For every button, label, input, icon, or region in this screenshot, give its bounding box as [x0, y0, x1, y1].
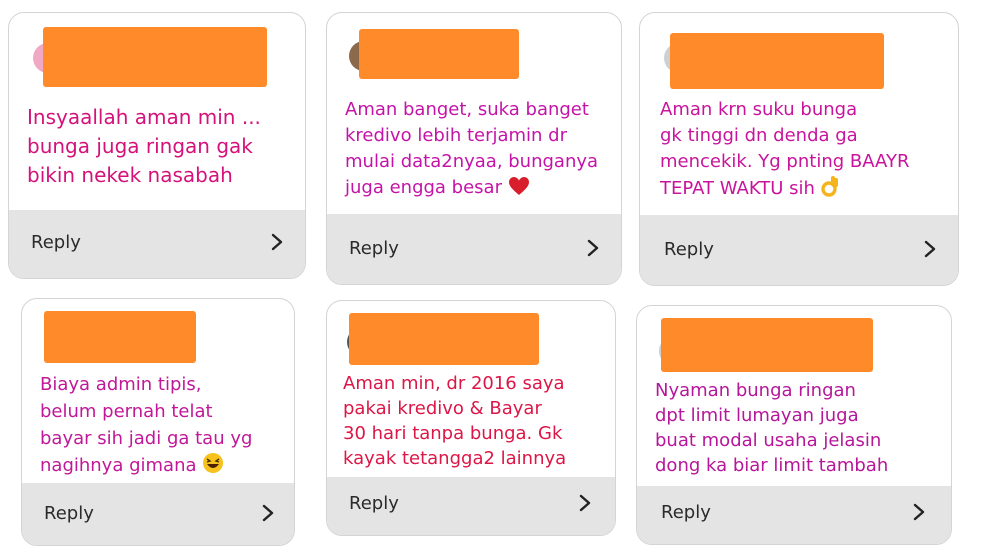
- reply-button[interactable]: Reply: [44, 503, 94, 524]
- comment-footer: Reply: [327, 477, 615, 535]
- comment-text: Aman banget, suka banget kredivo lebih t…: [345, 97, 617, 201]
- reply-button[interactable]: Reply: [664, 239, 714, 260]
- comment-footer: Reply: [327, 214, 621, 284]
- comment-card: Insyaallah aman min ... bunga juga ringa…: [8, 12, 306, 279]
- comment-card: Aman krn suku bunga gk tinggi dn denda g…: [639, 12, 959, 286]
- redacted-username: [670, 33, 884, 89]
- comment-footer: Reply: [22, 483, 294, 545]
- comment-text-body: Aman krn suku bunga gk tinggi dn denda g…: [660, 99, 910, 199]
- comment-text: Insyaallah aman min ... bunga juga ringa…: [27, 105, 261, 187]
- redacted-username: [349, 313, 539, 365]
- comment-text: Nyaman bunga ringan dpt limit lumayan ju…: [655, 380, 889, 476]
- redacted-username: [661, 318, 873, 372]
- comment-footer: Reply: [637, 486, 951, 544]
- heart-icon: [508, 177, 529, 195]
- comment-card: Aman min, dr 2016 saya pakai kredivo & B…: [326, 300, 616, 536]
- chevron-right-icon[interactable]: [583, 238, 603, 258]
- reply-button[interactable]: Reply: [349, 493, 399, 514]
- reply-button[interactable]: Reply: [349, 238, 399, 259]
- reply-button[interactable]: Reply: [661, 502, 711, 523]
- chevron-right-icon[interactable]: [575, 493, 595, 513]
- comment-text-body: Aman banget, suka banget kredivo lebih t…: [345, 99, 599, 198]
- comment-footer: Reply: [640, 215, 958, 285]
- chevron-right-icon[interactable]: [909, 502, 929, 522]
- comment-text: Biaya admin tipis, belum pernah telat ba…: [40, 371, 292, 479]
- ok-hand-icon: [820, 176, 838, 197]
- chevron-right-icon[interactable]: [920, 239, 940, 259]
- redacted-username: [44, 311, 196, 363]
- comment-text: Aman min, dr 2016 saya pakai kredivo & B…: [343, 373, 567, 469]
- comment-footer: Reply: [9, 210, 305, 278]
- laughing-face-icon: [203, 453, 224, 473]
- comment-card: Nyaman bunga ringan dpt limit lumayan ju…: [636, 305, 952, 545]
- chevron-right-icon[interactable]: [258, 503, 278, 523]
- redacted-username: [359, 29, 519, 79]
- reply-button[interactable]: Reply: [31, 232, 81, 253]
- chevron-right-icon[interactable]: [267, 232, 287, 252]
- comment-card: Biaya admin tipis, belum pernah telat ba…: [21, 298, 295, 546]
- comment-card: Aman banget, suka banget kredivo lebih t…: [326, 12, 622, 285]
- comment-text: Aman krn suku bunga gk tinggi dn denda g…: [660, 97, 956, 202]
- redacted-username: [43, 27, 267, 87]
